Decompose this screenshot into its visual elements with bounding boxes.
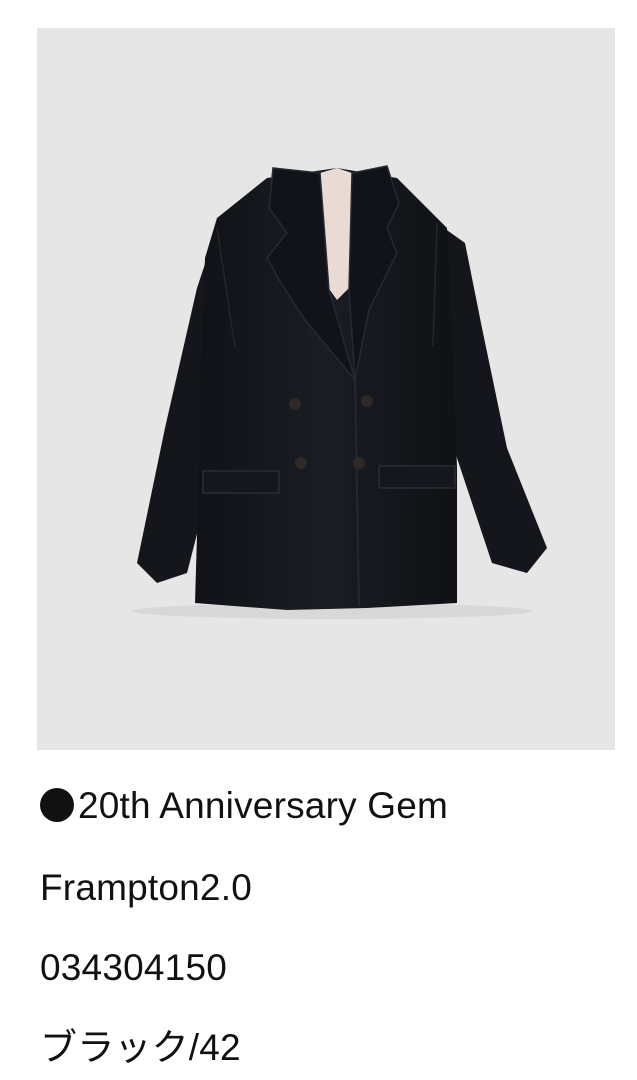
jacket-illustration: [132, 165, 547, 619]
tag-label: 20th Anniversary Gem: [78, 785, 449, 826]
model-name: Frampton2.0: [40, 867, 252, 908]
color-size: ブラック/42: [40, 1027, 241, 1068]
product-code: 034304150: [40, 947, 227, 988]
filled-circle-icon: [40, 788, 74, 822]
product-image[interactable]: [37, 28, 615, 750]
anniversary-tag: 20th Anniversary Gem: [40, 786, 448, 826]
